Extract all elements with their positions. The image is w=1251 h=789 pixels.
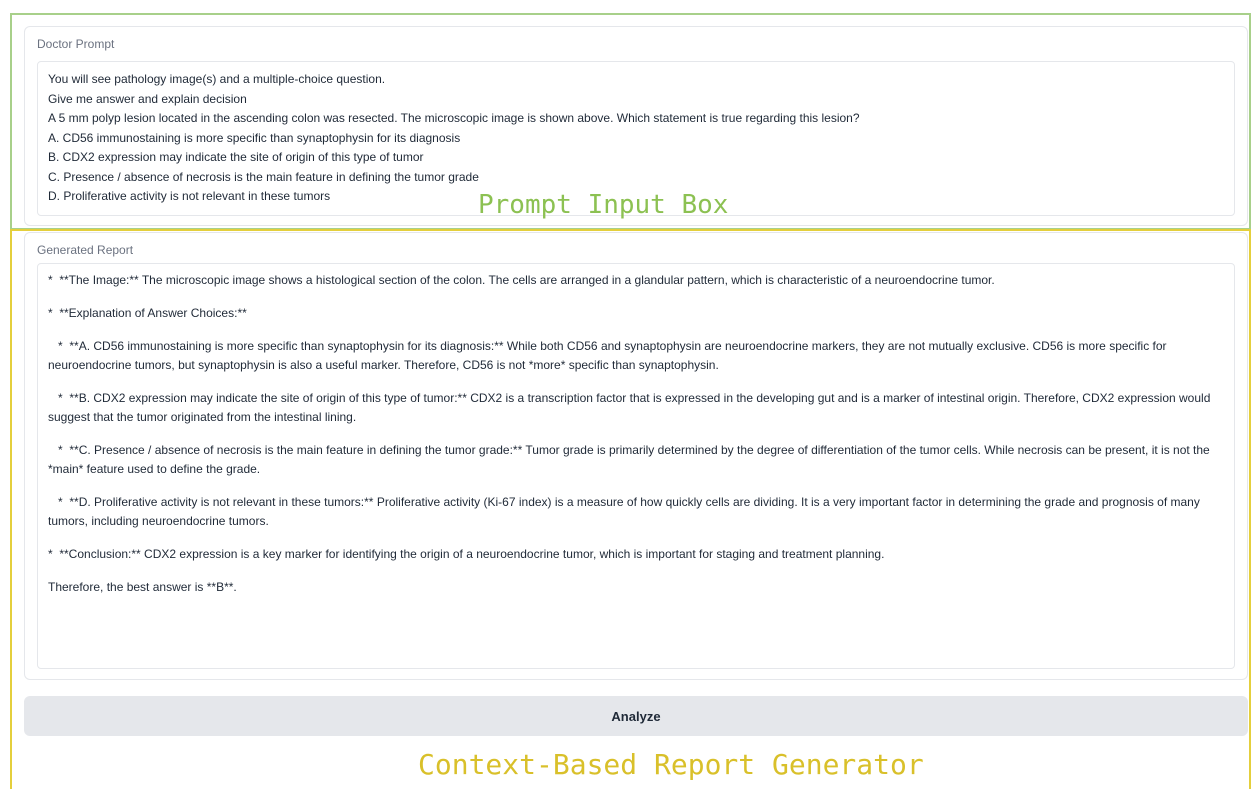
generated-report-panel: Generated Report * **The Image:** The mi… <box>24 232 1248 680</box>
prompt-line: A 5 mm polyp lesion located in the ascen… <box>48 111 860 125</box>
report-paragraph: * **C. Presence / absence of necrosis is… <box>48 443 1214 476</box>
report-paragraph: * **Explanation of Answer Choices:** <box>48 306 247 320</box>
report-paragraph: Therefore, the best answer is **B**. <box>48 580 237 594</box>
report-output-textarea[interactable]: * **The Image:** The microscopic image s… <box>37 263 1235 669</box>
report-paragraph: * **B. CDX2 expression may indicate the … <box>48 391 1214 424</box>
doctor-prompt-panel: Doctor Prompt You will see pathology ima… <box>24 26 1248 226</box>
analyze-button[interactable]: Analyze <box>24 696 1248 736</box>
prompt-line: B. CDX2 expression may indicate the site… <box>48 150 424 164</box>
doctor-prompt-label: Doctor Prompt <box>37 37 115 51</box>
report-paragraph: * **A. CD56 immunostaining is more speci… <box>48 339 1170 372</box>
report-paragraph: * **Conclusion:** CDX2 expression is a k… <box>48 547 885 561</box>
prompt-line: You will see pathology image(s) and a mu… <box>48 72 386 86</box>
report-paragraph: * **The Image:** The microscopic image s… <box>48 273 995 287</box>
prompt-line: A. CD56 immunostaining is more specific … <box>48 130 461 145</box>
report-generator-annotation: Context-Based Report Generator <box>418 748 924 781</box>
generated-report-label: Generated Report <box>37 243 134 257</box>
prompt-textarea[interactable]: You will see pathology image(s) and a mu… <box>37 61 1235 216</box>
prompt-line: D. Proliferative activity is not relevan… <box>48 189 331 203</box>
prompt-line: Give me answer and explain decision <box>48 91 247 106</box>
prompt-line: C. Presence / absence of necrosis is the… <box>48 169 479 184</box>
report-paragraph: * **D. Proliferative activity is not rel… <box>48 495 1204 528</box>
